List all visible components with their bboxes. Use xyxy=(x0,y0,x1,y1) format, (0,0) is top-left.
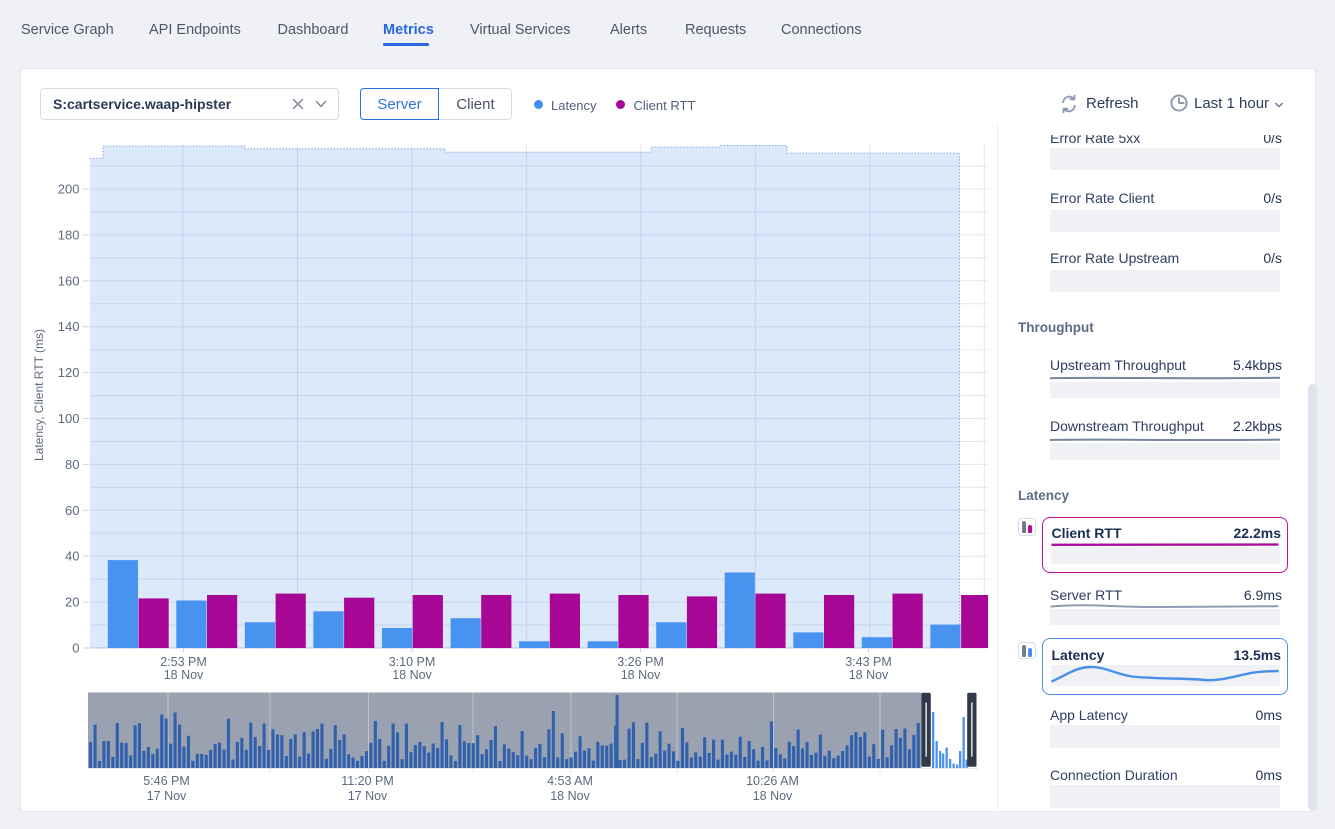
svg-text:0: 0 xyxy=(72,641,79,656)
svg-text:18 Nov: 18 Nov xyxy=(392,668,432,682)
svg-text:40: 40 xyxy=(65,549,79,564)
svg-text:3:10 PM: 3:10 PM xyxy=(389,655,436,669)
svg-text:80: 80 xyxy=(65,457,79,472)
svg-text:17 Nov: 17 Nov xyxy=(348,789,388,803)
svg-text:120: 120 xyxy=(58,365,80,380)
svg-text:18 Nov: 18 Nov xyxy=(753,789,793,803)
svg-text:5:46 PM: 5:46 PM xyxy=(143,774,190,788)
svg-text:18 Nov: 18 Nov xyxy=(849,668,889,682)
svg-text:Latency, Client RTT (ms): Latency, Client RTT (ms) xyxy=(32,329,46,461)
svg-text:20: 20 xyxy=(65,595,79,610)
svg-text:18 Nov: 18 Nov xyxy=(550,789,590,803)
svg-text:140: 140 xyxy=(58,319,80,334)
svg-text:18 Nov: 18 Nov xyxy=(164,668,204,682)
svg-text:60: 60 xyxy=(65,503,79,518)
svg-text:180: 180 xyxy=(58,227,80,242)
svg-text:18 Nov: 18 Nov xyxy=(621,668,661,682)
svg-text:4:53 AM: 4:53 AM xyxy=(547,774,593,788)
svg-text:160: 160 xyxy=(58,273,80,288)
svg-text:10:26 AM: 10:26 AM xyxy=(746,774,799,788)
svg-text:3:26 PM: 3:26 PM xyxy=(617,655,664,669)
svg-text:2:53 PM: 2:53 PM xyxy=(160,655,207,669)
svg-text:100: 100 xyxy=(58,411,80,426)
svg-text:200: 200 xyxy=(58,182,80,197)
svg-text:17 Nov: 17 Nov xyxy=(147,789,187,803)
svg-text:11:20 PM: 11:20 PM xyxy=(341,774,394,788)
svg-text:3:43 PM: 3:43 PM xyxy=(845,655,892,669)
